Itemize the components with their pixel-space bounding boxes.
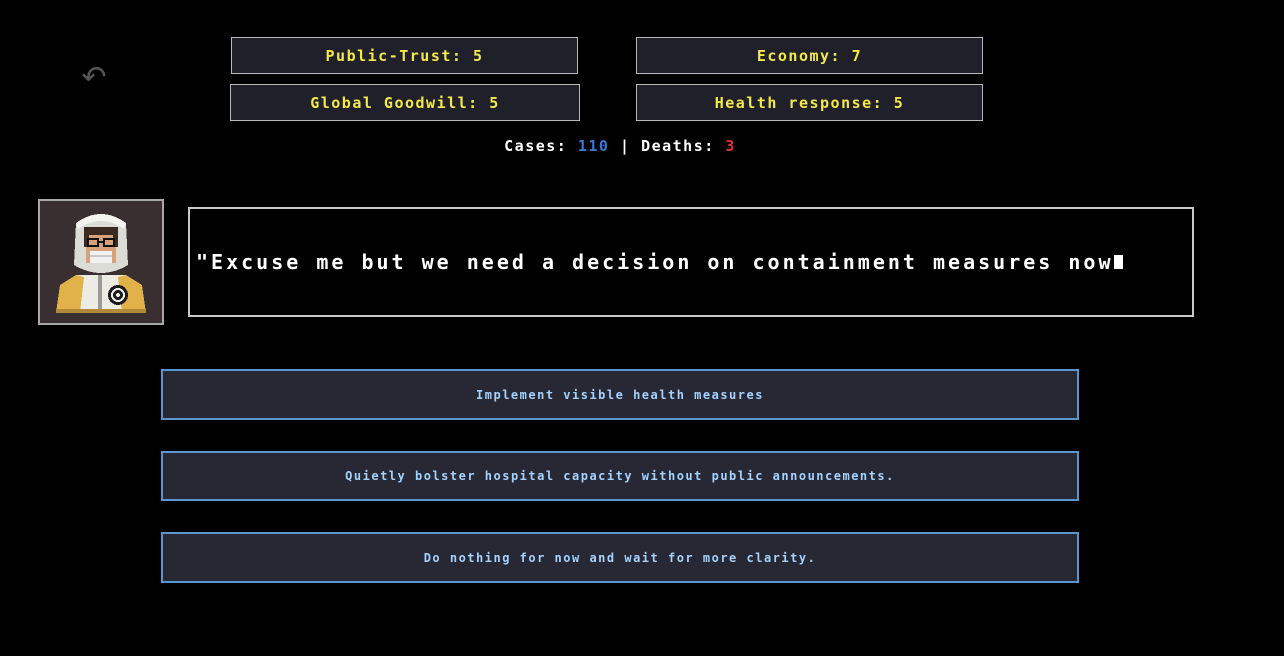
global-goodwill-stat: Global Goodwill: 5 bbox=[230, 84, 580, 121]
choice-label: Quietly bolster hospital capacity withou… bbox=[345, 469, 895, 483]
choice-do-nothing-button[interactable]: Do nothing for now and wait for more cla… bbox=[161, 532, 1079, 583]
public-trust-stat: Public-Trust: 5 bbox=[231, 37, 578, 74]
hazmat-scientist-portrait-icon bbox=[40, 201, 162, 323]
text-cursor bbox=[1113, 255, 1123, 269]
dialog-box: "Excuse me but we need a decision on con… bbox=[188, 207, 1194, 317]
undo-icon[interactable]: ↶ bbox=[74, 60, 114, 96]
cases-label: Cases: bbox=[504, 137, 568, 155]
economy-stat: Economy: 7 bbox=[636, 37, 983, 74]
deaths-value: 3 bbox=[725, 137, 736, 155]
choice-bolster-hospital-capacity-button[interactable]: Quietly bolster hospital capacity withou… bbox=[161, 451, 1079, 501]
health-response-stat: Health response: 5 bbox=[636, 84, 983, 121]
cases-value: 110 bbox=[577, 137, 610, 155]
speaker-portrait bbox=[38, 199, 164, 325]
choice-implement-visible-measures-button[interactable]: Implement visible health measures bbox=[161, 369, 1079, 420]
dialog-text: "Excuse me but we need a decision on con… bbox=[196, 250, 1114, 274]
choice-label: Implement visible health measures bbox=[476, 387, 764, 402]
deaths-label: Deaths: bbox=[641, 137, 715, 155]
outbreak-counters: Cases: 110 | Deaths: 3 bbox=[0, 137, 1240, 155]
choice-label: Do nothing for now and wait for more cla… bbox=[423, 550, 817, 565]
counter-separator: | bbox=[620, 137, 631, 155]
